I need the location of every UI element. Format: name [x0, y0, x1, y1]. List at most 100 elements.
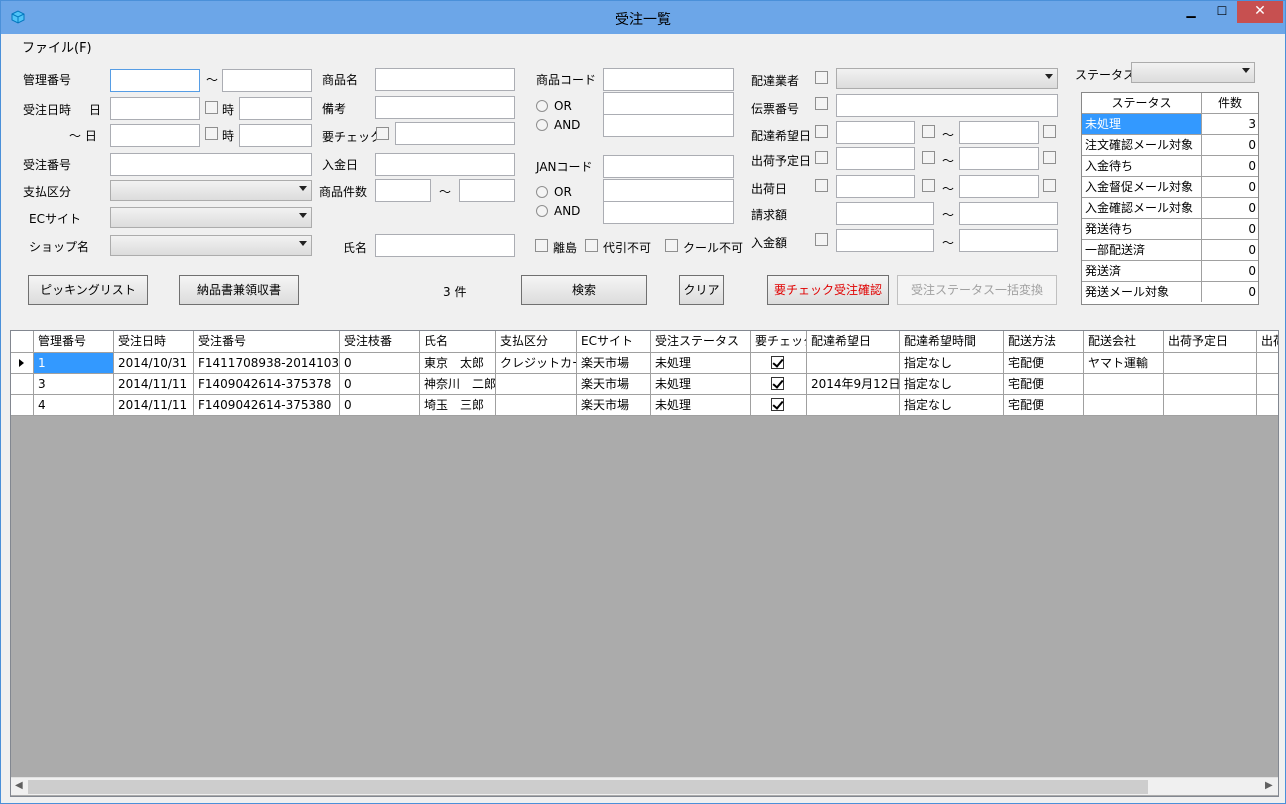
cell-juchu-bango[interactable]: F1409042614-375378: [194, 374, 340, 395]
kanri-bango-from-input[interactable]: [110, 69, 200, 92]
cell-shukka-yotei-bi[interactable]: [1164, 374, 1257, 395]
jan-code-input-1[interactable]: [603, 155, 734, 178]
check-confirm-button[interactable]: 要チェック受注確認: [767, 275, 889, 305]
col-haitatsu-kibou-bi[interactable]: 配達希望日: [807, 331, 900, 353]
cell-ec-site[interactable]: 楽天市場: [577, 353, 651, 374]
row-header[interactable]: [11, 395, 34, 416]
time-to-checkbox[interactable]: [205, 127, 218, 140]
cell-ec-site[interactable]: 楽天市場: [577, 374, 651, 395]
shohin-code-or-radio[interactable]: [536, 100, 548, 112]
juchu-date-to-input[interactable]: [110, 124, 200, 147]
status-row[interactable]: 注文確認メール対象 0: [1082, 135, 1258, 156]
yo-check-input[interactable]: [395, 122, 515, 145]
cell-haiso-hoho[interactable]: 宅配便: [1004, 374, 1084, 395]
shukka-bi-to-checkbox[interactable]: [1043, 179, 1056, 192]
cell-haiso-gaisha[interactable]: ヤマト運輸: [1084, 353, 1164, 374]
status-row[interactable]: 入金督促メール対象 0: [1082, 177, 1258, 198]
cell-juchu-status[interactable]: 未処理: [651, 374, 751, 395]
shohin-kensu-from-input[interactable]: [375, 179, 431, 202]
checked-checkbox-icon[interactable]: [771, 377, 784, 390]
col-shiharai-kubun[interactable]: 支払区分: [496, 331, 577, 353]
juchu-time-from-input[interactable]: [239, 97, 312, 120]
shukka-yotei-bi-to-input[interactable]: [959, 147, 1039, 170]
biko-input[interactable]: [375, 96, 515, 119]
col-juchu-bango[interactable]: 受注番号: [194, 331, 340, 353]
haitatsu-gyosha-select[interactable]: [836, 68, 1058, 89]
kanri-bango-to-input[interactable]: [222, 69, 312, 92]
seikyu-gaku-from-input[interactable]: [836, 202, 934, 225]
status-row[interactable]: 入金待ち 0: [1082, 156, 1258, 177]
cool-fuka-checkbox[interactable]: [665, 239, 678, 252]
seikyu-gaku-to-input[interactable]: [959, 202, 1058, 225]
bulk-status-button[interactable]: 受注ステータス一括変換: [897, 275, 1057, 305]
juchu-bango-input[interactable]: [110, 153, 312, 176]
col-haitatsu-kibou-jikan[interactable]: 配達希望時間: [900, 331, 1004, 353]
cell-juchu-bango[interactable]: F1409042614-375380: [194, 395, 340, 416]
cell-shukka-yotei-bi[interactable]: [1164, 395, 1257, 416]
cell-juchu-bango[interactable]: F1411708938-20141031: [194, 353, 340, 374]
cell-juchu-nichiji[interactable]: 2014/11/11: [114, 374, 194, 395]
shimei-input[interactable]: [375, 234, 515, 257]
cell-haiso-hoho[interactable]: 宅配便: [1004, 353, 1084, 374]
col-shukka[interactable]: 出荷: [1257, 331, 1278, 353]
shiharai-kubun-select[interactable]: [110, 180, 312, 201]
nyukin-gaku-checkbox[interactable]: [815, 233, 828, 246]
checked-checkbox-icon[interactable]: [771, 398, 784, 411]
scroll-right-icon[interactable]: ▶: [1265, 780, 1273, 791]
haitatsu-kibou-bi-to-input[interactable]: [959, 121, 1039, 144]
status-count-table[interactable]: ステータス 件数 未処理 3 注文確認メール対象 0 入金待ち 0 入金督促メー…: [1081, 92, 1259, 305]
row-header[interactable]: [11, 353, 34, 374]
cell-shimei[interactable]: 東京 太郎: [420, 353, 496, 374]
cell-haitatsu-kibou-jikan[interactable]: 指定なし: [900, 374, 1004, 395]
shohin-code-input-1[interactable]: [603, 68, 734, 91]
cell-shimei[interactable]: 埼玉 三郎: [420, 395, 496, 416]
order-grid[interactable]: 管理番号 受注日時 受注番号 受注枝番 氏名 支払区分 ECサイト 受注ステータ…: [10, 330, 1279, 797]
status-row[interactable]: 入金確認メール対象 0: [1082, 198, 1258, 219]
cell-juchu-edaban[interactable]: 0: [340, 395, 420, 416]
nouhin-ryoshu-button[interactable]: 納品書兼領収書: [179, 275, 299, 305]
shohin-code-input-2[interactable]: [603, 92, 734, 115]
cell-shiharai-kubun[interactable]: [496, 374, 577, 395]
shohin-kensu-to-input[interactable]: [459, 179, 515, 202]
shukka-yotei-bi-to-checkbox[interactable]: [1043, 151, 1056, 164]
col-juchu-edaban[interactable]: 受注枝番: [340, 331, 420, 353]
cell-haiso-gaisha[interactable]: [1084, 374, 1164, 395]
ec-site-select[interactable]: [110, 207, 312, 228]
col-kanri-bango[interactable]: 管理番号: [34, 331, 114, 353]
shukka-yotei-bi-from-checkbox[interactable]: [922, 151, 935, 164]
denpyo-bango-input[interactable]: [836, 94, 1058, 117]
yo-check-checkbox[interactable]: [376, 127, 389, 140]
col-shimei[interactable]: 氏名: [420, 331, 496, 353]
juchu-time-to-input[interactable]: [239, 124, 312, 147]
cell-juchu-edaban[interactable]: 0: [340, 353, 420, 374]
cell-shukka[interactable]: [1257, 353, 1278, 374]
col-yo-check[interactable]: 要チェック: [751, 331, 807, 353]
cell-haitatsu-kibou-jikan[interactable]: 指定なし: [900, 395, 1004, 416]
haitatsu-gyosha-checkbox[interactable]: [815, 71, 828, 84]
search-button[interactable]: 検索: [521, 275, 647, 305]
shukka-bi-from-input[interactable]: [836, 175, 915, 198]
checked-checkbox-icon[interactable]: [771, 356, 784, 369]
nyukin-bi-input[interactable]: [375, 153, 515, 176]
table-row[interactable]: 4 2014/11/11 F1409042614-375380 0 埼玉 三郎 …: [11, 395, 1278, 416]
col-juchu-status[interactable]: 受注ステータス: [651, 331, 751, 353]
juchu-date-from-input[interactable]: [110, 97, 200, 120]
haitatsu-kibou-bi-from-input[interactable]: [836, 121, 915, 144]
shukka-yotei-bi-checkbox[interactable]: [815, 151, 828, 164]
cell-haiso-hoho[interactable]: 宅配便: [1004, 395, 1084, 416]
cell-shimei[interactable]: 神奈川 二郎: [420, 374, 496, 395]
row-header[interactable]: [11, 374, 34, 395]
haitatsu-kibou-bi-to-checkbox[interactable]: [1043, 125, 1056, 138]
cell-kanri-bango[interactable]: 4: [34, 395, 114, 416]
col-haiso-hoho[interactable]: 配送方法: [1004, 331, 1084, 353]
cell-juchu-nichiji[interactable]: 2014/10/31: [114, 353, 194, 374]
rito-checkbox[interactable]: [535, 239, 548, 252]
daibiki-fuka-checkbox[interactable]: [585, 239, 598, 252]
cell-ec-site[interactable]: 楽天市場: [577, 395, 651, 416]
maximize-button[interactable]: ☐: [1207, 1, 1237, 23]
clear-button[interactable]: クリア: [679, 275, 724, 305]
cell-shukka[interactable]: [1257, 395, 1278, 416]
scrollbar-thumb[interactable]: [28, 780, 1148, 794]
shohin-code-input-3[interactable]: [603, 114, 734, 137]
cell-juchu-nichiji[interactable]: 2014/11/11: [114, 395, 194, 416]
